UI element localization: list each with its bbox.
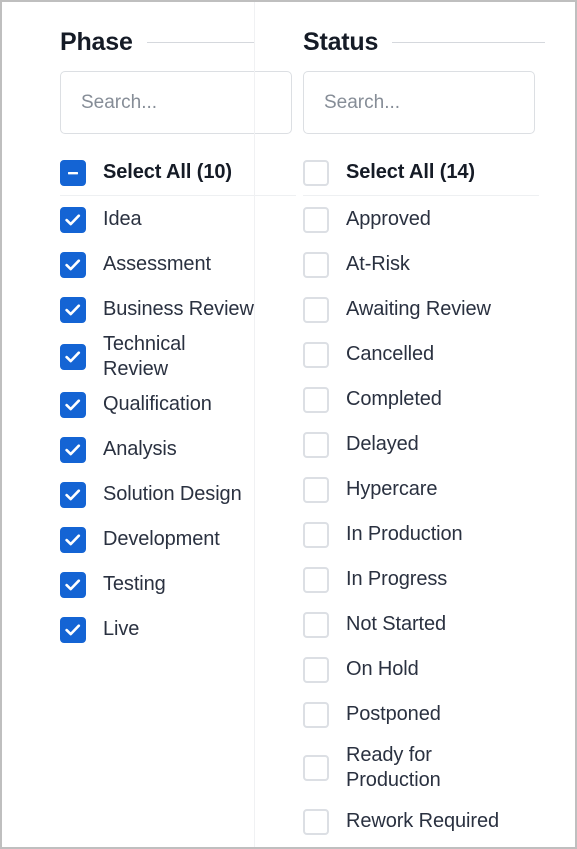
status-header: Status [303, 24, 559, 60]
page-title: Status [303, 27, 379, 56]
option-label: Testing [103, 573, 166, 595]
list-item[interactable]: Live [60, 607, 254, 652]
checkbox-unchecked-icon[interactable] [303, 296, 329, 323]
option-label: Analysis [103, 438, 177, 460]
list-item[interactable]: On Hold [303, 647, 559, 692]
list-item[interactable]: Analysis [60, 427, 254, 472]
list-item[interactable]: Completed [303, 377, 559, 422]
option-label: At-Risk [346, 253, 410, 275]
phase-option-list: Select All (10) Idea Assessment Business… [60, 152, 296, 652]
list-item[interactable]: Approved [303, 197, 559, 242]
checkbox-unchecked-icon[interactable] [303, 611, 329, 638]
option-label: Approved [346, 208, 431, 230]
option-label: Postponed [346, 703, 441, 725]
option-label: Solution Design [103, 483, 242, 505]
list-item[interactable]: Development [60, 517, 254, 562]
checkbox-unchecked-icon[interactable] [303, 431, 329, 458]
option-label: Qualification [103, 393, 212, 415]
header-divider [392, 41, 545, 43]
checkbox-checked-icon[interactable] [60, 251, 86, 278]
checkbox-unchecked-icon[interactable] [303, 251, 329, 278]
option-label: In Progress [346, 568, 448, 590]
checkbox-unchecked-icon[interactable] [303, 206, 329, 233]
checkbox-unchecked-icon[interactable] [303, 808, 329, 835]
search-input[interactable] [303, 71, 535, 134]
list-item[interactable]: Assessment [60, 242, 254, 287]
list-item[interactable]: At-Risk [303, 242, 559, 287]
checkbox-unchecked-icon[interactable] [303, 755, 329, 781]
list-item[interactable]: Delayed [303, 422, 559, 467]
option-label: Hypercare [346, 478, 438, 500]
list-item[interactable]: Ready for Production [303, 737, 559, 799]
checkbox-unchecked-icon[interactable] [303, 341, 329, 368]
list-item[interactable]: Testing [60, 562, 254, 607]
list-item[interactable]: Not Started [303, 602, 559, 647]
checkbox-checked-icon[interactable] [60, 296, 86, 323]
list-item[interactable]: Hypercare [303, 467, 559, 512]
option-label: Business Review [103, 298, 254, 320]
checkbox-checked-icon[interactable] [60, 344, 86, 370]
option-label: In Production [346, 523, 463, 545]
list-item[interactable]: Idea [60, 197, 254, 242]
list-item[interactable]: Postponed [303, 692, 559, 737]
checkbox-checked-icon[interactable] [60, 571, 86, 598]
list-item[interactable]: Rework Required [303, 799, 559, 844]
checkbox-indeterminate-icon[interactable] [60, 159, 86, 186]
option-label: Not Started [346, 613, 447, 635]
select-all-label: Select All (10) [103, 161, 232, 183]
checkbox-checked-icon[interactable] [60, 481, 86, 508]
list-item[interactable]: Solution Design [60, 472, 254, 517]
checkbox-unchecked-icon[interactable] [303, 656, 329, 683]
option-label: Completed [346, 388, 442, 410]
option-label: Awaiting Review [346, 298, 491, 320]
list-item[interactable]: Cancelled [303, 332, 559, 377]
list-item[interactable]: Qualification [60, 382, 254, 427]
list-item[interactable]: In Production [303, 512, 559, 557]
page-title: Phase [60, 27, 133, 56]
option-label: Delayed [346, 433, 419, 455]
header-divider [146, 41, 254, 43]
option-label: Rework Required [346, 810, 500, 832]
phase-header: Phase [60, 24, 254, 60]
status-option-list: Select All (14) Approved At-Risk Awaitin… [303, 152, 559, 844]
select-all-label: Select All (14) [346, 161, 475, 183]
checkbox-checked-icon[interactable] [60, 616, 86, 643]
filter-column-phase: Phase Select All (10) Idea [2, 2, 296, 847]
select-all-row-status[interactable]: Select All (14) [303, 152, 539, 196]
list-item[interactable]: Awaiting Review [303, 287, 559, 332]
option-label: Development [103, 528, 220, 550]
checkbox-checked-icon[interactable] [60, 206, 86, 233]
filter-column-status: Status Select All (14) Approved At-Risk … [254, 2, 575, 847]
filter-panel: Phase Select All (10) Idea [0, 0, 577, 849]
list-item[interactable]: Business Review [60, 287, 254, 332]
checkbox-unchecked-icon[interactable] [303, 566, 329, 593]
checkbox-unchecked-icon[interactable] [303, 701, 329, 728]
checkbox-checked-icon[interactable] [60, 526, 86, 553]
option-label: Assessment [103, 253, 211, 275]
checkbox-checked-icon[interactable] [60, 391, 86, 418]
list-item[interactable]: In Progress [303, 557, 559, 602]
list-item[interactable]: Technical Review [60, 332, 254, 382]
checkbox-unchecked-icon[interactable] [303, 521, 329, 548]
checkbox-unchecked-icon[interactable] [303, 159, 329, 186]
checkbox-checked-icon[interactable] [60, 436, 86, 463]
option-label: Live [103, 618, 140, 640]
checkbox-unchecked-icon[interactable] [303, 476, 329, 503]
option-label: Idea [103, 208, 142, 230]
option-label: Ready for Production [346, 744, 441, 791]
option-label: On Hold [346, 658, 419, 680]
checkbox-unchecked-icon[interactable] [303, 386, 329, 413]
option-label: Technical Review [103, 333, 186, 380]
option-label: Cancelled [346, 343, 435, 365]
